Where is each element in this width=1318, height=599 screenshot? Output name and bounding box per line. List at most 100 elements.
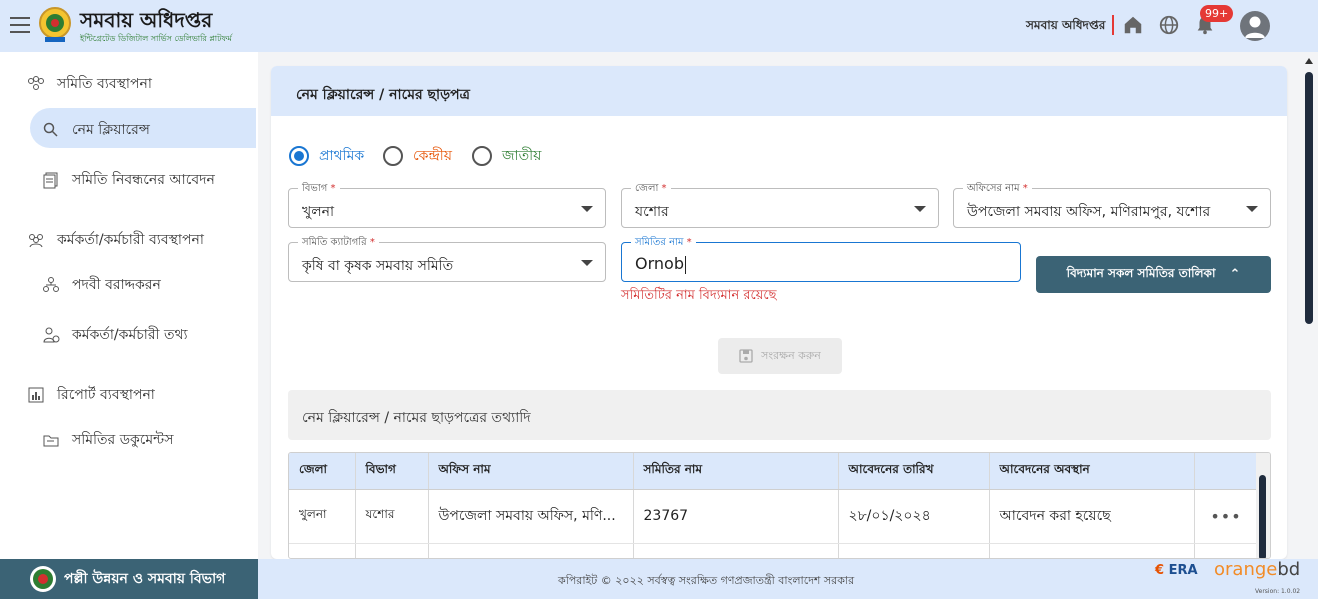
- chevron-up-icon: ⌃: [1229, 267, 1241, 282]
- user-avatar-icon[interactable]: [1240, 11, 1270, 41]
- office-select[interactable]: অফিসের নাম * উপজেলা সমবায় অফিস, মণিরামপ…: [953, 181, 1271, 228]
- district-select[interactable]: জেলা * যশোর: [621, 181, 939, 228]
- save-icon: [739, 349, 753, 363]
- cell-district: খুলনা: [289, 489, 356, 544]
- page-title: নেম ক্লিয়ারেন্স / নামের ছাড়পত্র: [296, 87, 470, 103]
- radio-label-primary: প্রাথমিক: [319, 148, 365, 164]
- cell-application-status: আবেদন করা হয়েছে: [989, 489, 1195, 544]
- office-label: অফিসের নাম *: [963, 181, 1032, 198]
- sidebar-item-label: সমিতি ব্যবস্থাপনা: [57, 76, 152, 92]
- staff-icon: [29, 234, 43, 248]
- menu-icon[interactable]: [10, 17, 30, 33]
- org-chart-icon: [43, 277, 59, 292]
- table-scrollbar-thumb[interactable]: [1259, 475, 1266, 558]
- sidebar-item-name-clearance[interactable]: নেম ক্লিয়ারেন্স: [42, 118, 150, 142]
- existing-samity-list-button[interactable]: বিদ্যমান সকল সমিতির তালিকা ⌃: [1036, 256, 1271, 293]
- save-label: সংরক্ষন করুন: [761, 348, 821, 362]
- table-scrollbar[interactable]: [1256, 453, 1270, 558]
- government-seal-icon: [30, 566, 56, 592]
- info-section-header: নেম ক্লিয়ারেন্স / নামের ছাড়পত্রের তথ্য…: [288, 390, 1271, 440]
- brand-subtitle: ইন্টিগ্রেটেড ডিজিটাল সার্ভিস ডেলিভারি প্…: [80, 34, 232, 43]
- sidebar-item-samity-management[interactable]: সমিতি ব্যবস্থাপনা: [27, 72, 152, 96]
- sidebar-item-staff-management[interactable]: কর্মকর্তা/কর্মচারী ব্যবস্থাপনা: [27, 228, 204, 252]
- radio-national[interactable]: জাতীয়: [472, 144, 541, 168]
- table-row[interactable]: খুলনা যশোর উপজেলা সমবায় অফিস, মণি... 23…: [289, 489, 1259, 544]
- folder-icon: [43, 435, 59, 447]
- dropdown-arrow-icon: [581, 260, 593, 266]
- radio-unchecked-icon: [383, 146, 403, 166]
- scroll-up-arrow-icon[interactable]: [1305, 58, 1313, 64]
- radio-unchecked-icon: [472, 146, 492, 166]
- office-value: উপজেলা সমবায় অফিস, মণিরামপুর, যশোর: [967, 204, 1211, 220]
- col-district[interactable]: জেলা: [289, 453, 356, 490]
- sidebar-item-label: নেম ক্লিয়ারেন্স: [72, 122, 150, 138]
- category-select[interactable]: সমিতি ক্যাটাগরি * কৃষি বা কৃষক সমবায় সম…: [288, 235, 606, 282]
- division-select[interactable]: বিভাগ * খুলনা: [288, 181, 606, 228]
- sidebar-item-label: রিপোর্ট ব্যবস্থাপনা: [57, 387, 155, 403]
- page-scrollbar-thumb[interactable]: [1305, 72, 1313, 324]
- cell-division: যশোর: [355, 489, 429, 544]
- sidebar-item-label: পদবী বরাদ্দকরন: [72, 277, 161, 293]
- name-clearance-card: নেম ক্লিয়ারেন্স / নামের ছাড়পত্র প্রাথম…: [271, 66, 1287, 559]
- sidebar-item-label: কর্মকর্তা/কর্মচারী ব্যবস্থাপনা: [57, 232, 204, 248]
- division-label: বিভাগ *: [298, 181, 340, 198]
- home-icon[interactable]: [1122, 14, 1144, 36]
- col-application-date[interactable]: আবেদনের তারিখ: [838, 453, 990, 490]
- col-application-status[interactable]: আবেদনের অবস্থান: [989, 453, 1195, 490]
- samity-name-value: Ornob: [635, 254, 686, 274]
- save-button[interactable]: সংরক্ষন করুন: [718, 338, 842, 374]
- district-value: যশোর: [635, 204, 669, 220]
- radio-label-central: কেন্দ্রীয়: [413, 148, 453, 164]
- radio-label-national: জাতীয়: [502, 148, 542, 164]
- sidebar-item-designation-allocation[interactable]: পদবী বরাদ্দকরন: [42, 273, 161, 297]
- footer-ministry: পল্লী উন্নয়ন ও সমবায় বিভাগ: [0, 559, 258, 599]
- group-icon: [28, 76, 44, 90]
- footer: পল্লী উন্নয়ন ও সমবায় বিভাগ কপিরাইট © ২…: [0, 559, 1318, 599]
- sidebar-item-staff-info[interactable]: কর্মকর্তা/কর্মচারী তথ্য: [42, 323, 188, 347]
- sidebar-item-registration-application[interactable]: সমিতি নিবন্ধনের আবেদন: [42, 168, 215, 192]
- sidebar-item-label: সমিতি নিবন্ধনের আবেদন: [72, 172, 215, 188]
- cell-application-date: ২৮/০১/২০২৪: [838, 489, 990, 544]
- page-scrollbar[interactable]: [1302, 56, 1316, 559]
- ministry-name: পল্লী উন্নয়ন ও সমবায় বিভাগ: [64, 571, 226, 587]
- era-logo: € ERA: [1155, 563, 1198, 578]
- col-samity-name[interactable]: সমিতির নাম: [633, 453, 839, 490]
- dropdown-arrow-icon: [1246, 206, 1258, 212]
- existing-samity-list-label: বিদ্যমান সকল সমিতির তালিকা: [1066, 265, 1216, 280]
- sidebar: সমিতি ব্যবস্থাপনা নেম ক্লিয়ারেন্স সমিতি…: [0, 52, 258, 559]
- cell-office: উপজেলা সমবায় অফিস, মণি...: [428, 489, 634, 544]
- card-header: নেম ক্লিয়ারেন্স / নামের ছাড়পত্র: [271, 66, 1287, 116]
- radio-central[interactable]: কেন্দ্রীয়: [383, 144, 452, 168]
- globe-icon[interactable]: [1158, 14, 1180, 36]
- cell-samity-name: 23767: [633, 489, 839, 544]
- copyright-text: কপিরাইট © ২০২২ সর্বস্বত্ব সংরক্ষিত গণপ্র…: [558, 574, 855, 587]
- documents-icon: [43, 172, 58, 189]
- dropdown-arrow-icon: [914, 206, 926, 212]
- orangebd-logo: orangebd: [1214, 559, 1301, 580]
- top-app-bar: সমবায় অধিদপ্তর ইন্টিগ্রেটেড ডিজিটাল সার…: [0, 0, 1318, 52]
- cooperative-logo-icon: [39, 7, 71, 42]
- district-label: জেলা *: [631, 181, 671, 198]
- sidebar-item-label: সমিতির ডকুমেন্টস: [72, 432, 174, 448]
- name-exists-error: সমিতিটির নাম বিদ্যমান রয়েছে: [621, 288, 777, 303]
- dropdown-arrow-icon: [581, 206, 593, 212]
- col-office[interactable]: অফিস নাম: [428, 453, 634, 490]
- category-label: সমিতি ক্যাটাগরি *: [298, 235, 379, 252]
- col-division[interactable]: বিভাগ: [355, 453, 429, 490]
- search-icon: [43, 122, 58, 137]
- version-text: Version: 1.0.02: [1255, 588, 1301, 595]
- table-row[interactable]: [289, 543, 1259, 558]
- radio-primary[interactable]: প্রাথমিক: [289, 144, 364, 168]
- applications-table: জেলা বিভাগ অফিস নাম সমিতির নাম আবেদনের ত…: [288, 452, 1271, 559]
- col-actions: [1194, 453, 1259, 490]
- sidebar-item-report-management[interactable]: রিপোর্ট ব্যবস্থাপনা: [27, 383, 155, 407]
- sidebar-item-label: কর্মকর্তা/কর্মচারী তথ্য: [72, 327, 188, 343]
- person-info-icon: [43, 327, 60, 343]
- sidebar-item-samity-documents[interactable]: সমিতির ডকুমেন্টস: [42, 428, 173, 452]
- notification-badge: 99+: [1200, 5, 1234, 22]
- office-name: সমবায় অধিদপ্তর: [1026, 18, 1106, 32]
- header-divider: [1112, 15, 1114, 35]
- samity-name-input[interactable]: সমিতির নাম * Ornob: [621, 235, 1021, 282]
- division-value: খুলনা: [302, 204, 335, 220]
- more-actions-icon[interactable]: •••: [1210, 507, 1241, 526]
